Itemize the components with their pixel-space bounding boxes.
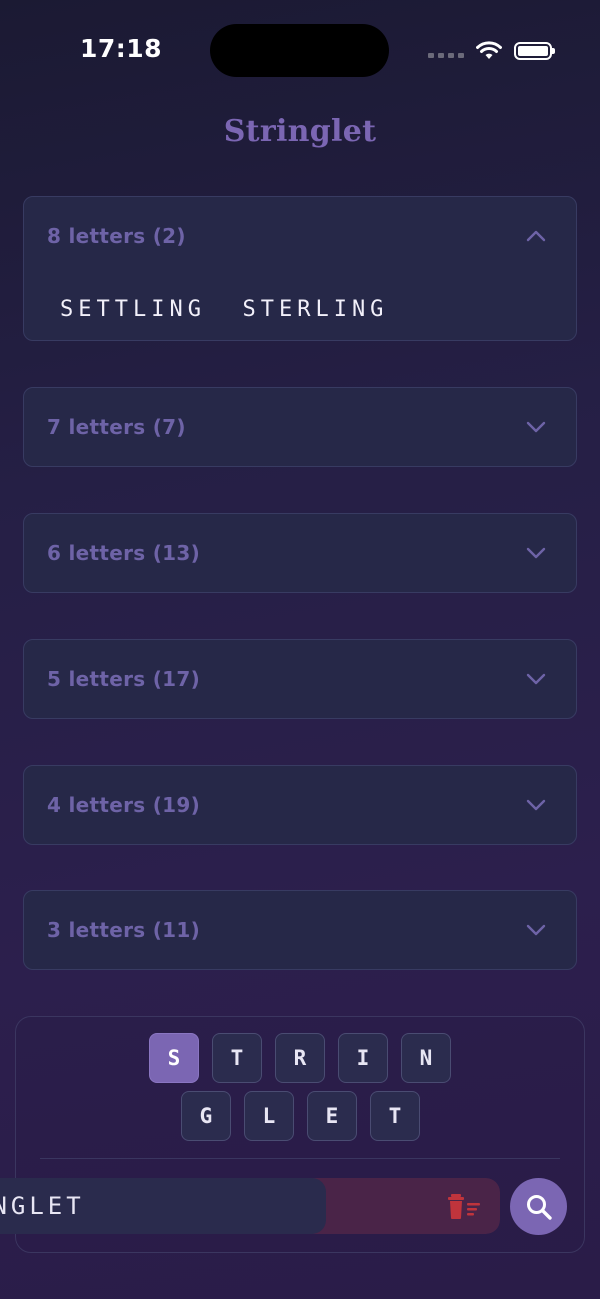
dynamic-island xyxy=(210,24,389,77)
section-label: 5 letters (17) xyxy=(47,667,201,691)
word-list: SETTLING STERLING xyxy=(60,297,388,322)
letter-tile[interactable]: T xyxy=(370,1091,420,1141)
section-header[interactable]: 7 letters (7) xyxy=(24,388,576,466)
section-8-letters: 8 letters (2) SETTLING STERLING xyxy=(23,196,577,341)
section-3-letters[interactable]: 3 letters (11) xyxy=(23,890,577,970)
word-item: STERLING xyxy=(242,297,389,322)
chevron-down-icon[interactable] xyxy=(526,799,546,811)
search-icon xyxy=(526,1194,552,1220)
section-label: 7 letters (7) xyxy=(47,415,186,439)
word-input-text: INGLET xyxy=(0,1192,85,1220)
section-4-letters[interactable]: 4 letters (19) xyxy=(23,765,577,845)
status-icons xyxy=(428,38,555,64)
trash-icon[interactable] xyxy=(448,1192,482,1220)
section-label: 3 letters (11) xyxy=(47,918,201,942)
chevron-down-icon[interactable] xyxy=(526,924,546,936)
status-time: 17:18 xyxy=(80,34,163,63)
letter-tile[interactable]: T xyxy=(212,1033,262,1083)
cellular-signal-icon xyxy=(428,52,464,58)
section-6-letters[interactable]: 6 letters (13) xyxy=(23,513,577,593)
section-header[interactable]: 8 letters (2) xyxy=(24,197,576,275)
battery-icon xyxy=(514,42,555,60)
search-button[interactable] xyxy=(510,1178,567,1235)
section-header[interactable]: 3 letters (11) xyxy=(24,891,576,969)
section-7-letters[interactable]: 7 letters (7) xyxy=(23,387,577,467)
panel-divider xyxy=(40,1158,560,1159)
word-item: SETTLING xyxy=(60,297,206,322)
section-header[interactable]: 4 letters (19) xyxy=(24,766,576,844)
section-label: 4 letters (19) xyxy=(47,793,201,817)
chevron-up-icon[interactable] xyxy=(526,230,546,242)
section-header[interactable]: 5 letters (17) xyxy=(24,640,576,718)
chevron-down-icon[interactable] xyxy=(526,421,546,433)
section-label: 6 letters (13) xyxy=(47,541,201,565)
letter-tile[interactable]: E xyxy=(307,1091,357,1141)
letter-tile[interactable]: N xyxy=(401,1033,451,1083)
section-label: 8 letters (2) xyxy=(47,224,186,248)
letter-tile[interactable]: I xyxy=(338,1033,388,1083)
letter-tile[interactable]: L xyxy=(244,1091,294,1141)
section-5-letters[interactable]: 5 letters (17) xyxy=(23,639,577,719)
chevron-down-icon[interactable] xyxy=(526,673,546,685)
word-input[interactable]: INGLET xyxy=(0,1178,326,1234)
app-title: Stringlet xyxy=(223,114,377,149)
wifi-icon xyxy=(476,41,502,59)
chevron-down-icon[interactable] xyxy=(526,547,546,559)
section-header[interactable]: 6 letters (13) xyxy=(24,514,576,592)
word-input-row: INGLET xyxy=(0,1178,500,1234)
letter-tile[interactable]: G xyxy=(181,1091,231,1141)
letter-tile[interactable]: S xyxy=(149,1033,199,1083)
letter-tile[interactable]: R xyxy=(275,1033,325,1083)
